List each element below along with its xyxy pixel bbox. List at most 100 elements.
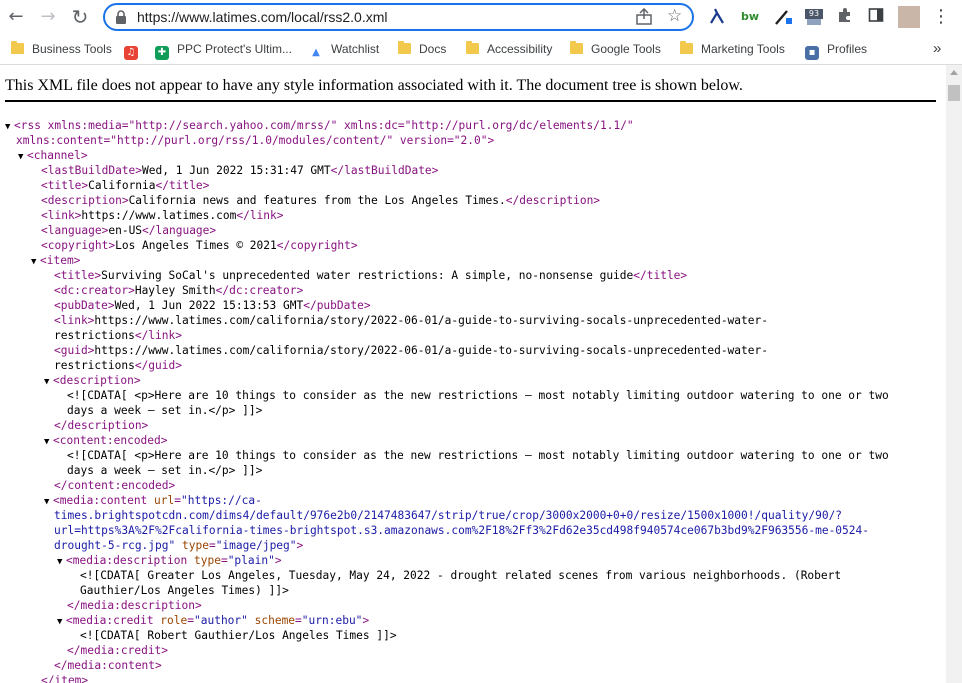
xml-content-encoded-close: </content:encoded>	[54, 479, 176, 492]
collapse-triangle-icon[interactable]: ▼	[44, 375, 53, 390]
xml-title: <title>California</title>	[41, 179, 210, 192]
menu-button[interactable]: ⋮	[931, 7, 951, 27]
collapse-triangle-icon[interactable]: ▼	[57, 555, 66, 570]
back-arrow-icon: ←	[8, 6, 24, 27]
reload-icon: ↻	[71, 5, 89, 29]
bookmark-watchlist[interactable]: ▲ Watchlist	[309, 41, 380, 60]
bookmark-ppc-protect[interactable]: ✚ PPC Protect's Ultim...	[155, 41, 292, 60]
collapse-triangle-icon[interactable]: ▼	[44, 495, 53, 510]
xml-media-content-close: </media:content>	[54, 659, 162, 672]
vertical-scrollbar[interactable]	[946, 65, 962, 683]
xml-media-description-cdata: <![CDATA[ Greater Los Angeles, Tuesday, …	[80, 569, 842, 582]
share-icon[interactable]	[635, 8, 653, 26]
xml-media-url-cont-2: url=https%3A%2F%2Fcalifornia-times-brigh…	[54, 524, 869, 537]
bookmark-label: Business Tools	[32, 42, 112, 56]
xml-media-url-cont-3: drought-5-rcg.jpg" type="image/jpeg">	[54, 539, 304, 552]
extension-badge-count: 93	[805, 9, 823, 19]
collapse-triangle-icon[interactable]: ▼	[57, 615, 66, 630]
sheets-icon: ✚	[155, 46, 169, 60]
extension-lambda-icon[interactable]	[707, 7, 727, 27]
bookmark-business-tools[interactable]: Business Tools	[11, 41, 112, 57]
scrollbar-thumb[interactable]	[948, 85, 960, 101]
bookmark-star-icon[interactable]: ☆	[667, 6, 682, 26]
bookmark-label: PPC Protect's Ultim...	[177, 42, 292, 56]
xml-item-description-cdata: <![CDATA[ <p>Here are 10 things to consi…	[67, 389, 889, 402]
xml-description: <description>California news and feature…	[41, 194, 601, 207]
address-bar[interactable]: https://www.latimes.com/local/rss2.0.xml…	[103, 3, 694, 31]
xml-media-url-cont-1: times.brightspotcdn.com/dims4/default/97…	[54, 509, 843, 522]
xml-media-description-open[interactable]: ▼ <media:description type="plain">	[57, 553, 282, 568]
xml-channel-open[interactable]: ▼ <channel>	[18, 148, 88, 163]
bookmarks-overflow-button[interactable]: »	[933, 41, 941, 57]
xml-content-encoded-cdata-cont: days a week — set in.</p> ]]>	[67, 464, 263, 477]
xml-style-notice: This XML file does not appear to have an…	[5, 77, 743, 94]
bookmark-label: Marketing Tools	[701, 42, 785, 56]
xml-media-description-close: </media:description>	[67, 599, 202, 612]
collapse-triangle-icon[interactable]: ▼	[5, 120, 14, 135]
xml-item-open[interactable]: ▼ <item>	[31, 253, 80, 268]
xml-item-title: <title>Surviving SoCal's unprecedented w…	[54, 269, 688, 282]
profiles-icon: ▪	[805, 46, 819, 60]
bookmark-marketing-tools[interactable]: Marketing Tools	[680, 41, 785, 57]
xml-lastbuilddate: <lastBuildDate>Wed, 1 Jun 2022 15:31:47 …	[41, 164, 439, 177]
xml-content-encoded-open[interactable]: ▼ <content:encoded>	[44, 433, 168, 448]
folder-icon	[11, 41, 24, 54]
xml-language: <language>en-US</language>	[41, 224, 217, 237]
xml-media-credit-cdata: <![CDATA[ Robert Gauthier/Los Angeles Ti…	[80, 629, 397, 642]
bookmark-profiles[interactable]: ▪ Profiles	[805, 41, 868, 60]
xml-item-guid: <guid>https://www.latimes.com/california…	[54, 344, 768, 357]
more-vert-icon: ⋮	[932, 6, 950, 27]
xml-media-content-open[interactable]: ▼ <media:content url="https://ca-	[44, 493, 262, 508]
xml-item-close: </item>	[41, 674, 89, 683]
extension-bw-icon[interactable]: bw	[740, 7, 760, 27]
xml-item-description-close: </description>	[54, 419, 149, 432]
extension-pen-icon[interactable]	[773, 7, 793, 27]
collapse-triangle-icon[interactable]: ▼	[44, 435, 53, 450]
bookmark-google-tools[interactable]: Google Tools	[570, 41, 661, 57]
bookmark-label: Accessibility	[487, 42, 553, 56]
xml-content-encoded-cdata: <![CDATA[ <p>Here are 10 things to consi…	[67, 449, 889, 462]
chart-icon: ▲	[309, 46, 323, 60]
folder-icon	[466, 41, 479, 54]
xml-item-link-cont: restrictions</link>	[54, 329, 182, 342]
reload-button[interactable]: ↻	[70, 7, 90, 27]
side-panel-icon[interactable]	[866, 7, 886, 27]
page-content: This XML file does not appear to have an…	[0, 65, 946, 683]
xml-item-description-open[interactable]: ▼ <description>	[44, 373, 141, 388]
xml-copyright: <copyright>Los Angeles Times © 2021</cop…	[41, 239, 358, 252]
xml-rss-open-cont: xmlns:content="http://purl.org/rss/1.0/m…	[16, 134, 495, 147]
xml-item-description-cdata-cont: days a week — set in.</p> ]]>	[67, 404, 263, 417]
lock-icon	[116, 10, 126, 24]
collapse-triangle-icon[interactable]: ▼	[31, 255, 40, 270]
xml-item-guid-cont: restrictions</guid>	[54, 359, 182, 372]
music-icon: ♫	[124, 46, 138, 60]
xml-item-pubdate: <pubDate>Wed, 1 Jun 2022 15:13:53 GMT</p…	[54, 299, 371, 312]
folder-icon	[680, 41, 693, 54]
back-button[interactable]: ←	[6, 7, 26, 27]
bookmark-label: Profiles	[827, 42, 868, 56]
extension-badge-icon[interactable]: 93	[804, 7, 824, 27]
bookmark-docs[interactable]: Docs	[398, 41, 446, 57]
profile-avatar[interactable]	[898, 6, 920, 28]
xml-media-credit-open[interactable]: ▼ <media:credit role="author" scheme="urn…	[57, 613, 369, 628]
browser-toolbar: ← → ↻ https://www.latimes.com/local/rss2…	[0, 0, 962, 34]
xml-item-creator: <dc:creator>Hayley Smith</dc:creator>	[54, 284, 304, 297]
collapse-triangle-icon[interactable]: ▼	[18, 150, 27, 165]
bookmark-accessibility[interactable]: Accessibility	[466, 41, 552, 57]
url-text[interactable]: https://www.latimes.com/local/rss2.0.xml	[137, 9, 388, 25]
forward-arrow-icon: →	[40, 6, 56, 27]
bookmark-music[interactable]: ♫	[124, 41, 146, 60]
xml-rss-open[interactable]: ▼ <rss xmlns:media="http://search.yahoo.c…	[5, 118, 634, 133]
xml-item-link: <link>https://www.latimes.com/california…	[54, 314, 768, 327]
bookmarks-bar: Business Tools ♫ ✚ PPC Protect's Ultim...…	[0, 34, 962, 65]
scroll-up-arrow-icon[interactable]	[950, 70, 958, 75]
forward-button[interactable]: →	[38, 7, 58, 27]
xml-media-description-cdata-cont: Gauthier/Los Angeles Times) ]]>	[80, 584, 289, 597]
xml-link: <link>https://www.latimes.com</link>	[41, 209, 284, 222]
extensions-puzzle-icon[interactable]	[835, 7, 855, 27]
xml-media-credit-close: </media:credit>	[67, 644, 169, 657]
bookmark-label: Docs	[419, 42, 447, 56]
folder-icon	[398, 41, 411, 54]
folder-icon	[570, 41, 583, 54]
bookmark-label: Watchlist	[331, 42, 380, 56]
